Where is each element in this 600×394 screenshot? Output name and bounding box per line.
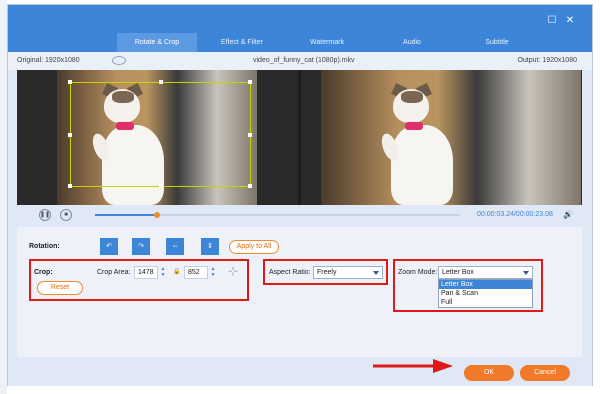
crop-handle[interactable] [248, 80, 252, 84]
red-arrow-icon [373, 359, 453, 373]
flip-vertical-icon[interactable]: ⇕ [201, 238, 219, 255]
output-preview [301, 70, 582, 205]
square-icon[interactable]: ☐ [547, 16, 557, 26]
pause-icon[interactable]: ❚❚ [39, 209, 51, 221]
file-name: video_of_funny_cat (1080p).mkv [253, 57, 355, 64]
apply-to-all-button[interactable]: Apply to All [229, 240, 279, 254]
crop-handle[interactable] [68, 133, 72, 137]
eye-icon[interactable] [112, 56, 126, 65]
video-frame-output [321, 70, 581, 205]
output-resolution: Output: 1920x1080 [517, 57, 577, 64]
aspect-highlight-box [263, 259, 388, 285]
crop-handle[interactable] [68, 80, 72, 84]
playback-controls: ❚❚ ■ 00:00:03.24/00:00:23.08 🔊 [17, 205, 582, 225]
tab-watermark[interactable]: Watermark [287, 33, 367, 52]
volume-icon[interactable]: 🔊 [563, 210, 573, 220]
rotation-label: Rotation: [29, 243, 60, 250]
editor-window: Rotate & Crop Effect & Filter Watermark … [7, 4, 593, 386]
original-resolution: Original: 1920x1080 [17, 57, 80, 64]
zoom-highlight-box [393, 259, 543, 312]
crop-handle[interactable] [248, 184, 252, 188]
crop-frame[interactable] [68, 80, 252, 188]
progress-track[interactable] [95, 212, 460, 218]
time-readout: 00:00:03.24/00:00:23.08 [477, 211, 553, 218]
tab-bar: Rotate & Crop Effect & Filter Watermark … [117, 33, 542, 52]
progress-fill [95, 214, 158, 216]
crop-handle[interactable] [159, 80, 163, 84]
close-icon[interactable]: ✕ [565, 16, 575, 26]
rotate-left-icon[interactable]: ↶ [100, 238, 118, 255]
ok-button[interactable]: OK [464, 365, 514, 381]
crop-handle[interactable] [68, 184, 72, 188]
tab-rotate-crop[interactable]: Rotate & Crop [117, 33, 197, 52]
original-preview[interactable] [17, 70, 298, 205]
cancel-button[interactable]: Cancel [520, 365, 570, 381]
background-left-edge [0, 0, 7, 394]
info-bar: Original: 1920x1080 video_of_funny_cat (… [8, 52, 592, 70]
footer: OK Cancel [8, 357, 592, 386]
crop-handle[interactable] [248, 133, 252, 137]
tab-audio[interactable]: Audio [372, 33, 452, 52]
progress-knob[interactable] [154, 212, 161, 218]
flip-horizontal-icon[interactable]: ⇔ [166, 238, 184, 255]
title-bar: Rotate & Crop Effect & Filter Watermark … [8, 5, 592, 52]
settings-panel: Rotation: ↶ ↷ ⇔ ⇕ Apply to All Crop: Cro… [17, 227, 582, 357]
crop-highlight-box [29, 259, 249, 301]
rotate-right-icon[interactable]: ↷ [132, 238, 150, 255]
crop-handle[interactable] [159, 184, 163, 188]
cat-image [378, 83, 461, 205]
tab-subtitle[interactable]: Subtitle [457, 33, 537, 52]
stop-icon[interactable]: ■ [60, 209, 72, 221]
video-preview [17, 70, 582, 205]
tab-effect-filter[interactable]: Effect & Filter [202, 33, 282, 52]
